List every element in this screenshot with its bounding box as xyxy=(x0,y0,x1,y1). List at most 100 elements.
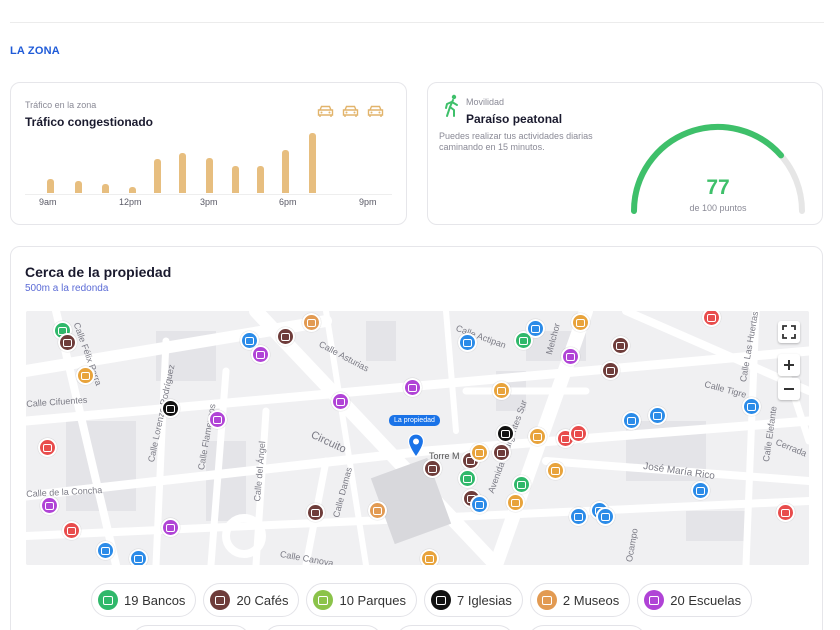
bus-stop-marker-icon[interactable] xyxy=(458,333,477,352)
traffic-title: Tráfico congestionado xyxy=(25,115,154,129)
mobility-card: Movilidad Paraíso peatonal Puedes realiz… xyxy=(427,82,823,225)
hospital-marker-icon[interactable] xyxy=(62,521,81,540)
traffic-baseline xyxy=(25,194,392,195)
traffic-bar xyxy=(282,150,289,193)
school-marker-icon[interactable] xyxy=(561,347,580,366)
chip-label: 19 Bancos xyxy=(124,592,186,608)
traffic-bar xyxy=(75,181,82,193)
fullscreen-button[interactable] xyxy=(778,321,800,343)
traffic-bar xyxy=(179,153,186,193)
section-title: LA ZONA xyxy=(10,45,60,57)
walking-person-icon xyxy=(445,94,458,117)
mobility-score-caption: de 100 puntos xyxy=(689,203,747,213)
school-marker-icon[interactable] xyxy=(208,410,227,429)
restaurant-marker-icon[interactable] xyxy=(546,461,565,480)
filter-chip[interactable] xyxy=(527,625,647,630)
car-icon xyxy=(367,105,384,117)
church-marker-icon[interactable] xyxy=(496,424,515,443)
restaurant-marker-icon[interactable] xyxy=(492,381,511,400)
restaurant-marker-icon[interactable] xyxy=(420,549,439,565)
chip-label: 20 Cafés xyxy=(236,592,289,608)
school-marker-icon[interactable] xyxy=(331,392,350,411)
zoom-out-button[interactable] xyxy=(778,378,800,400)
hospital-marker-icon[interactable] xyxy=(38,438,57,457)
tick-label: 6pm xyxy=(279,197,297,207)
filter-chip-banks[interactable]: 19 Bancos xyxy=(91,583,197,617)
tick-label: 3pm xyxy=(200,197,218,207)
bus-stop-marker-icon[interactable] xyxy=(526,319,545,338)
cafe-marker-icon[interactable] xyxy=(423,459,442,478)
bus-stop-marker-icon[interactable] xyxy=(129,549,148,565)
bus-stop-marker-icon[interactable] xyxy=(742,397,761,416)
church-icon xyxy=(430,590,451,610)
cafe-marker-icon[interactable] xyxy=(306,503,325,522)
bank-marker-icon[interactable] xyxy=(512,475,531,494)
bus-stop-marker-icon[interactable] xyxy=(596,507,615,526)
mobility-label: Movilidad xyxy=(466,97,505,107)
bus-stop-marker-icon[interactable] xyxy=(96,541,115,560)
museum-icon xyxy=(536,590,557,610)
bus-stop-marker-icon[interactable] xyxy=(470,495,489,514)
cafe-marker-icon[interactable] xyxy=(611,336,630,355)
bank-icon xyxy=(98,590,118,610)
school-marker-icon[interactable] xyxy=(403,378,422,397)
nearby-card: Cerca de la propiedad 500m a la redonda xyxy=(10,246,823,630)
chip-label: 20 Escuelas xyxy=(670,592,742,608)
category-filters: 19 Bancos 20 Cafés 10 Parques 7 Iglesias… xyxy=(91,583,753,617)
property-pin-icon[interactable] xyxy=(407,433,425,459)
filter-chip-schools[interactable]: 20 Escuelas xyxy=(637,583,753,617)
tick-label: 9am xyxy=(39,197,57,207)
nearby-subtitle: 500m a la redonda xyxy=(25,283,109,294)
school-marker-icon[interactable] xyxy=(161,518,180,537)
traffic-bars xyxy=(47,131,367,193)
traffic-bar xyxy=(154,159,161,193)
bus-stop-marker-icon[interactable] xyxy=(648,406,667,425)
traffic-bar xyxy=(232,166,239,193)
traffic-bar xyxy=(257,166,264,193)
filter-chip-museums[interactable]: 2 Museos xyxy=(529,583,631,617)
traffic-level-icons xyxy=(317,105,384,118)
hospital-marker-icon[interactable] xyxy=(776,503,795,522)
chip-label: 7 Iglesias xyxy=(456,592,512,608)
restaurant-marker-icon[interactable] xyxy=(76,366,95,385)
school-marker-icon[interactable] xyxy=(251,345,270,364)
bus-stop-marker-icon[interactable] xyxy=(569,507,588,526)
filter-chip[interactable] xyxy=(395,625,515,630)
cafe-marker-icon[interactable] xyxy=(58,333,77,352)
filter-chip[interactable] xyxy=(263,625,383,630)
filter-chip-parks[interactable]: 10 Parques xyxy=(306,583,417,617)
cafe-marker-icon[interactable] xyxy=(492,443,511,462)
chip-label: 10 Parques xyxy=(339,592,406,608)
place-label: Torre M xyxy=(429,451,460,461)
restaurant-marker-icon[interactable] xyxy=(470,443,489,462)
mobility-description: Puedes realizar tus actividades diarias … xyxy=(439,131,593,152)
church-marker-icon[interactable] xyxy=(161,399,180,418)
bank-marker-icon[interactable] xyxy=(458,469,477,488)
hospital-marker-icon[interactable] xyxy=(569,424,588,443)
bus-stop-marker-icon[interactable] xyxy=(622,411,641,430)
nearby-title: Cerca de la propiedad xyxy=(25,264,172,280)
school-icon xyxy=(644,590,665,610)
traffic-bar xyxy=(102,184,109,193)
restaurant-marker-icon[interactable] xyxy=(571,313,590,332)
top-divider xyxy=(10,22,824,23)
car-icon xyxy=(342,105,359,117)
minus-icon xyxy=(784,388,794,390)
restaurant-marker-icon[interactable] xyxy=(528,427,547,446)
filter-chip[interactable] xyxy=(131,625,251,630)
cafe-marker-icon[interactable] xyxy=(601,361,620,380)
bus-stop-marker-icon[interactable] xyxy=(691,481,710,500)
restaurant-marker-icon[interactable] xyxy=(506,493,525,512)
chip-label: 2 Museos xyxy=(562,592,620,608)
museum-marker-icon[interactable] xyxy=(368,501,387,520)
fullscreen-icon xyxy=(782,325,796,339)
cafe-marker-icon[interactable] xyxy=(276,327,295,346)
museum-marker-icon[interactable] xyxy=(302,313,321,332)
tick-label: 9pm xyxy=(359,197,377,207)
filter-chip-churches[interactable]: 7 Iglesias xyxy=(423,583,523,617)
neighborhood-map[interactable]: Calle Félix Parra Calle Lorenzo Rodrígue… xyxy=(26,311,809,565)
school-marker-icon[interactable] xyxy=(40,496,59,515)
more-category-filters xyxy=(131,625,647,630)
filter-chip-cafes[interactable]: 20 Cafés xyxy=(203,583,300,617)
zoom-in-button[interactable] xyxy=(778,354,800,376)
